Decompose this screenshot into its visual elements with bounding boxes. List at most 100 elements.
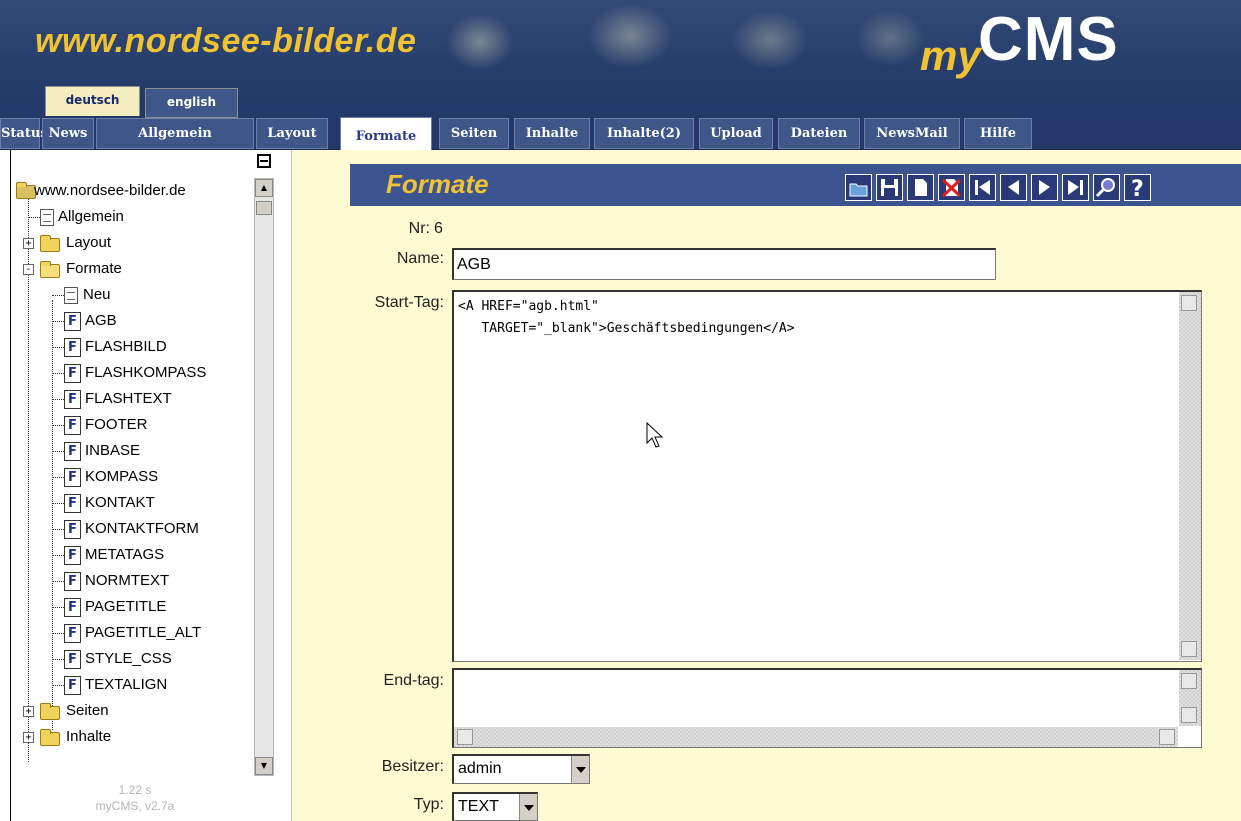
tree-item-format[interactable]: F FLASHKOMPASS: [14, 360, 254, 386]
endtag-textarea[interactable]: [452, 668, 1202, 748]
tab-dateien[interactable]: Dateien: [778, 118, 860, 149]
tab-inhalte[interactable]: Inhalte: [514, 118, 590, 149]
tree-item-label: FLASHBILD: [85, 338, 167, 355]
tree-root[interactable]: www.nordsee-bilder.de: [14, 178, 254, 204]
scroll-thumb[interactable]: [256, 201, 272, 215]
new-icon[interactable]: [907, 174, 934, 201]
starttag-textarea[interactable]: <A HREF="agb.html" TARGET="_blank">Gesch…: [452, 290, 1202, 662]
tree-item-seiten[interactable]: + Seiten: [14, 698, 254, 724]
tree-item-format[interactable]: F KONTAKTFORM: [14, 516, 254, 542]
chevron-down-icon[interactable]: [571, 756, 589, 783]
render-time: 1.22 s: [118, 783, 152, 797]
footer-stats: 1.22 s myCMS, v2.7a: [40, 782, 230, 814]
tree-item-label: Neu: [83, 286, 111, 303]
tree-item-format[interactable]: F TEXTALIGN: [14, 672, 254, 698]
tab-news[interactable]: News: [42, 118, 94, 149]
tab-layout[interactable]: Layout: [256, 118, 328, 149]
format-icon: F: [64, 650, 81, 669]
tree-item-label: Layout: [66, 234, 112, 251]
expand-icon[interactable]: +: [23, 238, 34, 249]
first-record-icon[interactable]: [969, 174, 996, 201]
tree-item-format[interactable]: F PAGETITLE_ALT: [14, 620, 254, 646]
folder-icon: [40, 703, 60, 720]
tab-allgemein[interactable]: Allgemein: [96, 118, 254, 149]
format-icon: F: [64, 416, 81, 435]
format-icon: F: [64, 494, 81, 513]
version-label: myCMS, v2.7a: [95, 799, 175, 813]
tree-item-label: Inhalte: [66, 728, 112, 745]
tab-inhalte-2[interactable]: Inhalte(2): [594, 118, 694, 149]
banner-photo: [390, 0, 930, 86]
besitzer-select[interactable]: admin: [452, 754, 590, 784]
lang-tab-deutsch[interactable]: deutsch: [45, 86, 140, 116]
tree-item-format[interactable]: F FOOTER: [14, 412, 254, 438]
tree-item-inhalte[interactable]: + Inhalte: [14, 724, 254, 750]
tree-item-format[interactable]: F KOMPASS: [14, 464, 254, 490]
open-icon[interactable]: [845, 174, 872, 201]
tab-newsmail[interactable]: NewsMail: [864, 118, 960, 149]
tree-item-allgemein[interactable]: Allgemein: [14, 204, 254, 230]
endtag-hscrollbar[interactable]: [454, 727, 1178, 747]
scroll-down-icon[interactable]: [1181, 707, 1197, 723]
tree-item-neu[interactable]: Neu: [14, 282, 254, 308]
tab-upload[interactable]: Upload: [699, 118, 773, 149]
starttag-label: Start-Tag:: [374, 294, 444, 311]
tree-item-label: PAGETITLE: [85, 598, 167, 615]
tree-item-format[interactable]: F FLASHBILD: [14, 334, 254, 360]
tab-formate[interactable]: Formate: [340, 117, 432, 152]
new-document-icon: [64, 287, 78, 304]
tree-item-format[interactable]: F INBASE: [14, 438, 254, 464]
tree-item-format[interactable]: F FLASHTEXT: [14, 386, 254, 412]
nr-value: 6: [434, 220, 443, 237]
next-record-icon[interactable]: [1031, 174, 1058, 201]
tree-item-format[interactable]: F STYLE_CSS: [14, 646, 254, 672]
previous-record-icon[interactable]: [1000, 174, 1027, 201]
scroll-down-icon[interactable]: [1181, 641, 1197, 657]
search-icon[interactable]: [1093, 174, 1120, 201]
scroll-right-icon[interactable]: [1159, 729, 1175, 745]
folder-icon: [40, 729, 60, 746]
expand-icon[interactable]: +: [23, 706, 34, 717]
scroll-down-icon[interactable]: ▼: [255, 757, 273, 775]
tree-item-label: NORMTEXT: [85, 572, 170, 589]
scroll-up-icon[interactable]: ▲: [255, 179, 273, 197]
logo-cms: CMS: [978, 5, 1119, 74]
tree-item-label: Formate: [66, 260, 122, 277]
help-icon[interactable]: ?: [1124, 174, 1151, 201]
tree-item-label: KONTAKT: [85, 494, 155, 511]
tree-item-label: METATAGS: [85, 546, 165, 563]
tree-item-format[interactable]: F KONTAKT: [14, 490, 254, 516]
tree-item-format[interactable]: F METATAGS: [14, 542, 254, 568]
format-icon: F: [64, 572, 81, 591]
collapse-icon[interactable]: -: [23, 264, 34, 275]
lang-tab-english[interactable]: english: [145, 88, 238, 118]
starttag-scrollbar[interactable]: [1179, 292, 1201, 660]
expand-icon[interactable]: +: [23, 732, 34, 743]
scroll-up-icon[interactable]: [1181, 295, 1197, 311]
name-label: Name:: [396, 250, 444, 267]
tree-item-layout[interactable]: + Layout: [14, 230, 254, 256]
tab-status[interactable]: Status: [0, 118, 48, 149]
last-record-icon[interactable]: [1062, 174, 1089, 201]
tab-hilfe[interactable]: Hilfe: [964, 118, 1032, 149]
tree-scrollbar[interactable]: ▲ ▼: [254, 178, 274, 776]
site-folder-icon: [16, 182, 36, 199]
form-title: Formate: [386, 169, 489, 199]
tree-item-format[interactable]: F AGB: [14, 308, 254, 334]
main-nav: Status News Allgemein Layout Formate Sei…: [0, 117, 1241, 152]
save-icon[interactable]: [876, 174, 903, 201]
chevron-down-icon[interactable]: [519, 794, 537, 820]
collapse-tree-button[interactable]: [257, 154, 271, 168]
name-input[interactable]: AGB: [452, 248, 996, 280]
typ-select[interactable]: TEXT: [452, 792, 538, 821]
starttag-text[interactable]: <A HREF="agb.html" TARGET="_blank">Gesch…: [458, 296, 1173, 340]
format-form: Nr: 6 Name: AGB Start-Tag: <A HREF="agb.…: [350, 206, 1241, 821]
scroll-up-icon[interactable]: [1181, 673, 1197, 689]
delete-icon[interactable]: [938, 174, 965, 201]
tree-item-format[interactable]: F NORMTEXT: [14, 568, 254, 594]
tree-item-formate[interactable]: - Formate: [14, 256, 254, 282]
endtag-vscrollbar[interactable]: [1179, 670, 1201, 726]
scroll-left-icon[interactable]: [457, 729, 473, 745]
tab-seiten[interactable]: Seiten: [439, 118, 509, 149]
tree-item-format[interactable]: F PAGETITLE: [14, 594, 254, 620]
